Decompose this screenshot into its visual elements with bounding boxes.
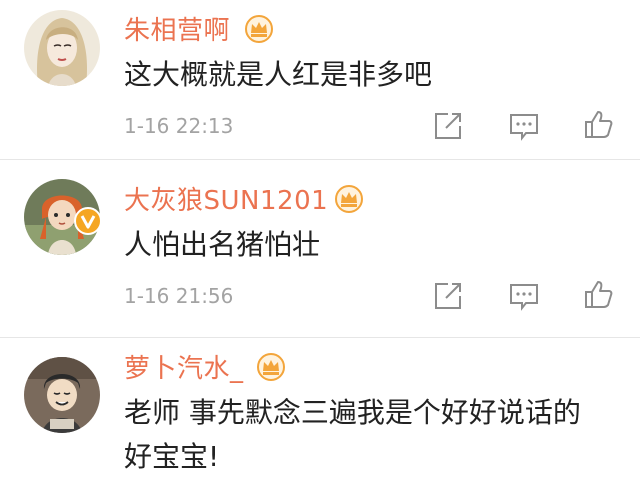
verified-v-badge-icon xyxy=(74,207,102,235)
comment-item: 朱相营啊 这大概就是人红是非多吧 1-16 22:13 xyxy=(0,0,640,160)
username[interactable]: 朱相营啊 xyxy=(124,10,230,47)
timestamp: 1-16 21:56 xyxy=(124,284,234,308)
crown-vip-icon xyxy=(257,353,285,381)
avatar[interactable] xyxy=(24,357,100,433)
reply-icon[interactable] xyxy=(508,280,540,312)
comment-item: 萝卜汽水_ 老师 事先默念三遍我是个好好说话的 好宝宝! xyxy=(0,338,640,481)
comment-text: 这大概就是人红是非多吧 xyxy=(124,58,433,91)
timestamp: 1-16 22:13 xyxy=(124,114,234,138)
comment-item: 大灰狼SUN1201 人怕出名猪怕壮 1-16 21:56 xyxy=(0,160,640,338)
crown-vip-icon xyxy=(335,185,363,213)
share-icon[interactable] xyxy=(432,280,464,312)
comment-text-line-1: 老师 事先默念三遍我是个好好说话的 xyxy=(124,396,581,429)
like-icon[interactable] xyxy=(583,278,615,310)
like-icon[interactable] xyxy=(583,108,615,140)
crown-vip-icon xyxy=(245,15,273,43)
comment-text-line-2: 好宝宝! xyxy=(124,440,220,473)
avatar[interactable] xyxy=(24,10,100,86)
cartoon-boy-avatar-icon xyxy=(24,357,100,433)
reply-icon[interactable] xyxy=(508,110,540,142)
woman-portrait-avatar-icon xyxy=(24,10,100,86)
username[interactable]: 大灰狼SUN1201 xyxy=(124,180,328,217)
share-icon[interactable] xyxy=(432,110,464,142)
comment-text: 人怕出名猪怕壮 xyxy=(124,228,321,261)
username[interactable]: 萝卜汽水_ xyxy=(124,348,244,385)
